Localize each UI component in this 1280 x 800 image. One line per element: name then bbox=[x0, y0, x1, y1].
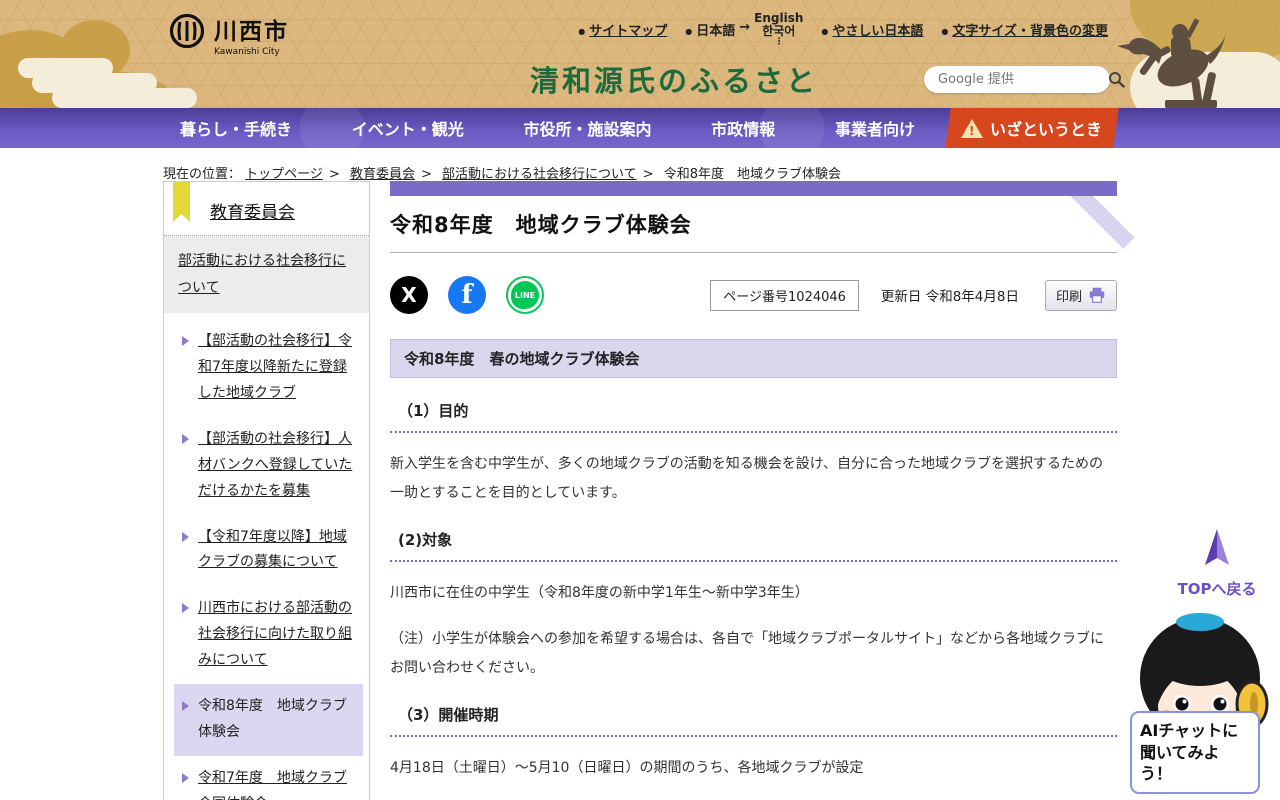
share-facebook-icon[interactable]: f bbox=[448, 276, 486, 314]
main-content: 令和8年度 地域クラブ体験会 X f LINE ページ番号1024046 更新日… bbox=[390, 181, 1117, 800]
samurai-statue-image bbox=[1107, 0, 1232, 108]
site-header: 川西市 Kawanishi City サイトマップ 日本語 → English … bbox=[0, 0, 1280, 108]
sidebar-heading-link[interactable]: 教育委員会 bbox=[164, 182, 369, 235]
triangle-bullet-icon bbox=[182, 532, 189, 542]
nav-item-shiyakusho[interactable]: 市役所・施設案内 bbox=[523, 116, 651, 140]
sitemap-link[interactable]: サイトマップ bbox=[578, 20, 667, 39]
warning-triangle-icon: ! bbox=[961, 119, 983, 138]
section-purpose: （1）目的 新入学生を含む中学生が、多くの地域クラブの活動を知る機会を設け、自分… bbox=[390, 400, 1117, 507]
content-top-bar bbox=[390, 181, 1117, 196]
more-languages-icon[interactable]: ⋮ bbox=[754, 38, 803, 48]
header-utility-links: サイトマップ 日本語 → English 한국어 ⋮ やさしい日本語 文字サイズ… bbox=[578, 20, 1108, 48]
city-name-en: Kawanishi City bbox=[214, 47, 289, 57]
sidebar-menu: 教育委員会 部活動における社会移行について 【部活動の社会移行】令和7年度以降新… bbox=[163, 181, 370, 800]
section-target: (2)対象 川西市に在住の中学生（令和8年度の新中学1年生〜新中学3年生） （注… bbox=[390, 529, 1117, 682]
share-x-icon[interactable]: X bbox=[390, 276, 428, 314]
triangle-bullet-icon bbox=[182, 773, 189, 783]
share-line-icon[interactable]: LINE bbox=[506, 276, 544, 314]
printer-icon bbox=[1088, 287, 1106, 303]
section-title-bar: 令和8年度 春の地域クラブ体験会 bbox=[390, 339, 1117, 378]
bullet-icon bbox=[821, 20, 828, 35]
bullet-icon bbox=[685, 20, 692, 35]
language-switcher[interactable]: 日本語 → English 한국어 ⋮ bbox=[685, 20, 803, 48]
section-period: （3）開催時期 4月18日（土曜日）～5月10（日曜日）の期間のうち、各地域クラ… bbox=[390, 704, 1117, 800]
section-heading: （1）目的 bbox=[390, 400, 1117, 433]
section-paragraph: 川西市に在住の中学生（令和8年度の新中学1年生〜新中学3年生） bbox=[390, 579, 1117, 608]
breadcrumb-current: 令和8年度 地域クラブ体験会 bbox=[664, 167, 841, 182]
emergency-label: いざというとき bbox=[990, 116, 1102, 140]
ai-chat-bubble[interactable]: AIチャットに 聞いてみよう！ bbox=[1130, 711, 1260, 794]
bullet-icon bbox=[578, 20, 585, 35]
triangle-bullet-icon bbox=[182, 603, 189, 613]
section-heading: （3）開催時期 bbox=[390, 704, 1117, 737]
sidebar-item[interactable]: 【部活動の社会移行】令和7年度以降新たに登録した地域クラブ bbox=[174, 319, 363, 417]
breadcrumb-link-bukatsudo[interactable]: 部活動における社会移行について bbox=[442, 167, 637, 182]
breadcrumb-prefix: 現在の位置： bbox=[163, 167, 241, 182]
nav-item-event[interactable]: イベント・観光 bbox=[352, 116, 464, 140]
emergency-nav-button[interactable]: ! いざというとき bbox=[945, 108, 1119, 148]
nav-item-shisei[interactable]: 市政情報 bbox=[711, 116, 775, 140]
nav-item-kurashi[interactable]: 暮らし・手続き bbox=[180, 116, 292, 140]
sidebar-parent-link[interactable]: 部活動における社会移行について bbox=[164, 236, 369, 313]
sidebar-item[interactable]: 令和7年度 地域クラブ合同体験会 bbox=[174, 756, 363, 800]
sidebar-item[interactable]: 【令和7年度以降】地域クラブの募集について bbox=[174, 515, 363, 587]
language-current: 日本語 bbox=[696, 20, 735, 39]
site-tagline: 清和源氏のふるさと bbox=[530, 58, 818, 100]
print-button[interactable]: 印刷 bbox=[1045, 280, 1117, 311]
section-heading: (2)対象 bbox=[390, 529, 1117, 562]
updated-date: 更新日 令和8年4月8日 bbox=[881, 285, 1019, 305]
sidebar-item[interactable]: 川西市における部活動の社会移行に向けた取り組みについて bbox=[174, 586, 363, 684]
section-paragraph: （注）小学生が体験会への参加を希望する場合は、各自で「地域クラブポータルサイト」… bbox=[390, 625, 1117, 682]
breadcrumb-link-kyoiku[interactable]: 教育委員会 bbox=[350, 167, 415, 182]
city-emblem-icon bbox=[168, 12, 206, 50]
arrow-right-icon: → bbox=[739, 20, 750, 35]
easy-japanese-link[interactable]: やさしい日本語 bbox=[821, 20, 923, 39]
triangle-bullet-icon bbox=[182, 701, 189, 711]
page-title: 令和8年度 地域クラブ体験会 bbox=[390, 209, 1117, 239]
page-number-badge: ページ番号1024046 bbox=[710, 280, 859, 311]
accessibility-link[interactable]: 文字サイズ・背景色の変更 bbox=[941, 20, 1108, 39]
search-input[interactable] bbox=[938, 72, 1108, 87]
city-logo[interactable]: 川西市 Kawanishi City bbox=[168, 12, 289, 57]
breadcrumb-link-top[interactable]: トップページ bbox=[245, 167, 323, 182]
cream-cloud-decoration bbox=[52, 88, 197, 108]
breadcrumb: 現在の位置： トップページ> 教育委員会> 部活動における社会移行について> 令… bbox=[0, 148, 1280, 181]
ai-chat-widget[interactable]: AIチャットに 聞いてみよう！ bbox=[1130, 612, 1272, 798]
back-to-top-button[interactable]: TOPへ戻る bbox=[1172, 528, 1262, 599]
section-paragraph: 新入学生を含む中学生が、多くの地域クラブの活動を知る機会を設け、自分に合った地域… bbox=[390, 450, 1117, 507]
search-box[interactable] bbox=[924, 66, 1110, 93]
divider bbox=[390, 252, 1117, 253]
city-name: 川西市 bbox=[214, 12, 289, 46]
main-navigation: 暮らし・手続き イベント・観光 市役所・施設案内 市政情報 事業者向け ! いざ… bbox=[0, 108, 1280, 148]
triangle-bullet-icon bbox=[182, 434, 189, 444]
nav-item-jigyosha[interactable]: 事業者向け bbox=[835, 116, 915, 140]
pyramid-arrow-icon bbox=[1203, 528, 1231, 566]
bullet-icon bbox=[941, 20, 948, 35]
sidebar-item-current[interactable]: 令和8年度 地域クラブ体験会 bbox=[174, 684, 363, 756]
sidebar-item[interactable]: 【部活動の社会移行】人材バンクへ登録していただけるかたを募集 bbox=[174, 417, 363, 515]
triangle-bullet-icon bbox=[182, 336, 189, 346]
section-paragraph: 4月18日（土曜日）～5月10（日曜日）の期間のうち、各地域クラブが設定 bbox=[390, 754, 1117, 783]
